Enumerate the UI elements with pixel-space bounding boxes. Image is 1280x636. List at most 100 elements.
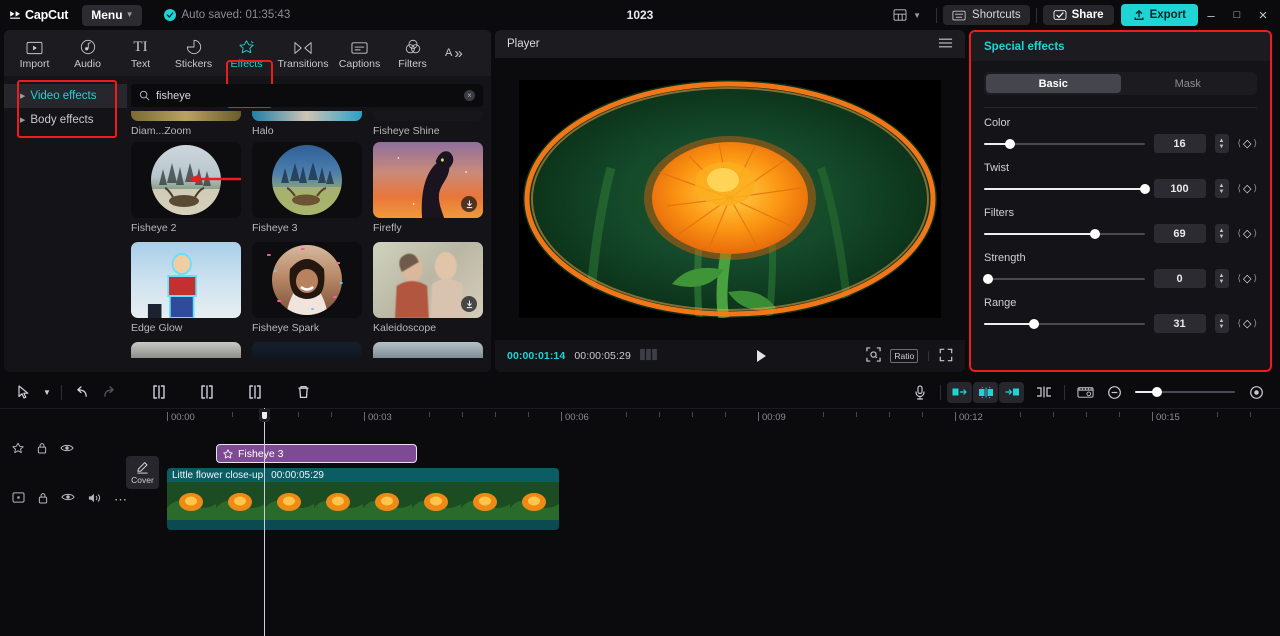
- cover-button[interactable]: Cover: [126, 456, 159, 489]
- video-preview[interactable]: [519, 80, 941, 318]
- auto-cut-right-icon[interactable]: [999, 381, 1024, 403]
- slider-knob[interactable]: [1152, 387, 1162, 397]
- prev-keyframe-icon[interactable]: ⟨: [1238, 183, 1242, 194]
- tab-overflow-a[interactable]: A: [445, 47, 452, 59]
- close-button[interactable]: ×: [1250, 4, 1276, 26]
- range-slider[interactable]: [984, 318, 1145, 330]
- slider-knob[interactable]: [1028, 318, 1039, 329]
- lock-icon[interactable]: [37, 442, 47, 454]
- tabs-more-button[interactable]: »: [454, 45, 462, 62]
- segment-basic[interactable]: Basic: [986, 74, 1121, 93]
- mute-icon[interactable]: [88, 492, 101, 504]
- download-icon[interactable]: [461, 296, 477, 312]
- sidebar-item-video-effects[interactable]: ▶ Video effects: [4, 84, 127, 108]
- select-tool-dropdown[interactable]: ▼: [38, 380, 56, 404]
- effect-card[interactable]: Fisheye Shine: [373, 111, 483, 137]
- strength-slider[interactable]: [983, 273, 1145, 285]
- menu-button[interactable]: Menu ▼: [82, 4, 142, 26]
- slider-knob[interactable]: [983, 273, 993, 284]
- visibility-icon[interactable]: [60, 443, 74, 453]
- color-value[interactable]: 16: [1153, 134, 1206, 153]
- thumbnail-toggle-icon[interactable]: [1071, 380, 1099, 404]
- timeline-zoom-slider[interactable]: [1135, 386, 1235, 398]
- play-button[interactable]: [757, 350, 767, 362]
- sidebar-item-body-effects[interactable]: ▶ Body effects: [4, 108, 127, 132]
- select-tool-icon[interactable]: [10, 380, 38, 404]
- effect-card-fisheye-spark[interactable]: Fisheye Spark: [252, 242, 362, 334]
- next-keyframe-icon[interactable]: ⟩: [1253, 183, 1257, 194]
- slider-knob[interactable]: [1004, 138, 1015, 149]
- tab-captions[interactable]: Captions: [333, 34, 386, 73]
- maximize-button[interactable]: □: [1224, 4, 1250, 26]
- strength-value[interactable]: 0: [1153, 269, 1206, 288]
- effect-card[interactable]: [373, 342, 483, 358]
- search-input[interactable]: fisheye: [156, 90, 191, 102]
- effects-track-icon[interactable]: [12, 442, 24, 454]
- effect-card[interactable]: [252, 342, 362, 358]
- segment-mask[interactable]: Mask: [1121, 74, 1256, 93]
- minimize-button[interactable]: –: [1198, 4, 1224, 26]
- twist-stepper[interactable]: ▲ ▼: [1214, 179, 1229, 198]
- keyframe-icon[interactable]: ◇: [1243, 317, 1251, 330]
- split-clip-icon[interactable]: [1030, 380, 1058, 404]
- next-keyframe-icon[interactable]: ⟩: [1253, 318, 1257, 329]
- ratio-button[interactable]: Ratio: [890, 349, 919, 363]
- range-keyframe-nav[interactable]: ⟨ ◇ ⟩: [1238, 317, 1258, 330]
- strength-stepper[interactable]: ▲ ▼: [1214, 269, 1229, 288]
- timeline-clip-effect[interactable]: Fisheye 3: [216, 444, 417, 463]
- redo-icon[interactable]: [95, 380, 123, 404]
- next-keyframe-icon[interactable]: ⟩: [1253, 138, 1257, 149]
- tab-filters[interactable]: Filters: [386, 34, 439, 73]
- more-options-icon[interactable]: ⋯: [114, 492, 128, 508]
- tab-transitions[interactable]: Transitions: [273, 34, 333, 73]
- keyframe-icon[interactable]: ◇: [1243, 137, 1251, 150]
- color-slider[interactable]: [984, 138, 1145, 150]
- slider-knob[interactable]: [1139, 183, 1150, 194]
- video-track-icon[interactable]: [12, 492, 25, 503]
- effect-card-fisheye-2[interactable]: Fisheye 2: [131, 142, 241, 234]
- trim-right-icon[interactable]: [241, 380, 269, 404]
- range-stepper[interactable]: ▲ ▼: [1214, 314, 1229, 333]
- twist-keyframe-nav[interactable]: ⟨ ◇ ⟩: [1238, 182, 1258, 195]
- search-bar[interactable]: fisheye ×: [131, 84, 483, 107]
- share-button[interactable]: Share: [1042, 5, 1114, 25]
- keyframe-icon[interactable]: ◇: [1243, 227, 1251, 240]
- filters-stepper[interactable]: ▲ ▼: [1214, 224, 1229, 243]
- zoom-fit-icon[interactable]: [1242, 380, 1270, 404]
- microphone-icon[interactable]: [906, 380, 934, 404]
- player-menu-icon[interactable]: [938, 37, 953, 52]
- prev-keyframe-icon[interactable]: ⟨: [1238, 138, 1242, 149]
- undo-icon[interactable]: [67, 380, 95, 404]
- clear-search-icon[interactable]: ×: [464, 90, 475, 101]
- prev-keyframe-icon[interactable]: ⟨: [1238, 273, 1242, 284]
- effect-card-firefly[interactable]: Firefly: [373, 142, 483, 234]
- keyframe-icon[interactable]: ◇: [1243, 272, 1251, 285]
- fullscreen-icon[interactable]: [939, 348, 953, 365]
- frames-icon[interactable]: [640, 348, 657, 364]
- effect-card-edge-glow[interactable]: Edge Glow: [131, 242, 241, 334]
- tab-text[interactable]: TI Text: [114, 34, 167, 73]
- slider-knob[interactable]: [1089, 228, 1100, 239]
- next-keyframe-icon[interactable]: ⟩: [1253, 228, 1257, 239]
- lock-icon[interactable]: [38, 492, 48, 504]
- filters-value[interactable]: 69: [1153, 224, 1206, 243]
- auto-cut-center-icon[interactable]: [973, 381, 998, 403]
- tab-audio[interactable]: Audio: [61, 34, 114, 73]
- timeline-clip-video[interactable]: Little flower close-up 00:00:05:29: [167, 468, 559, 530]
- effect-card[interactable]: [131, 342, 241, 358]
- prev-keyframe-icon[interactable]: ⟨: [1238, 318, 1242, 329]
- delete-icon[interactable]: [289, 380, 317, 404]
- range-value[interactable]: 31: [1153, 314, 1206, 333]
- layout-switcher[interactable]: ▼: [884, 5, 930, 25]
- strength-keyframe-nav[interactable]: ⟨ ◇ ⟩: [1238, 272, 1258, 285]
- tab-stickers[interactable]: Stickers: [167, 34, 220, 73]
- auto-cut-left-icon[interactable]: [947, 381, 972, 403]
- prev-keyframe-icon[interactable]: ⟨: [1238, 228, 1242, 239]
- export-button[interactable]: Export: [1120, 4, 1198, 26]
- tab-effects[interactable]: Effects: [220, 34, 273, 73]
- effect-card[interactable]: Diam...Zoom: [131, 111, 241, 137]
- fit-to-screen-icon[interactable]: [866, 347, 882, 365]
- effect-card-fisheye-3[interactable]: Fisheye 3: [252, 142, 362, 234]
- playhead[interactable]: [259, 408, 270, 636]
- zoom-out-icon[interactable]: [1100, 380, 1128, 404]
